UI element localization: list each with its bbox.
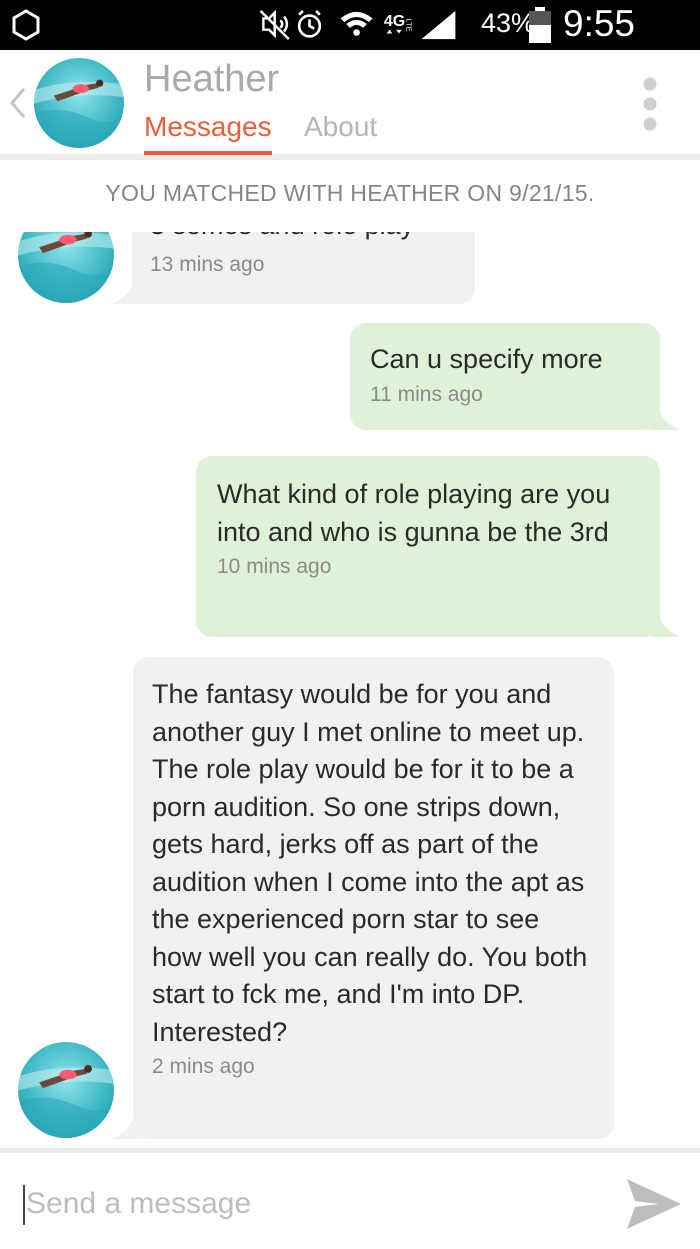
message-time: 10 mins ago [217,555,332,578]
sender-avatar[interactable] [18,1042,114,1138]
battery-icon [529,7,551,43]
battery-percent: 43% [481,8,536,38]
signal-icon [421,10,456,40]
svg-text:LTE: LTE [404,18,413,31]
message-time: 13 mins ago [150,253,265,276]
message-bubble-outgoing: What kind of role playing are you into a… [196,456,660,637]
back-chevron-icon[interactable] [8,86,28,120]
notification-ring-icon [12,9,40,41]
bubble-tail [650,613,680,637]
message-bubble-incoming: The fantasy would be for you and another… [133,657,614,1139]
overflow-menu-icon[interactable] [640,76,660,132]
text-cursor [23,1185,25,1225]
bubble-tail [650,406,680,430]
message-list[interactable]: 3 somes and role play 13 mins ago Can u … [0,232,700,1148]
profile-avatar[interactable] [34,58,124,148]
send-icon[interactable] [625,1177,683,1231]
message-bubble-incoming: 3 somes and role play 13 mins ago [132,232,475,304]
status-icons: 4G LTE [259,9,456,40]
message-bubble-outgoing: Can u specify more 11 mins ago [350,323,660,430]
match-name[interactable]: Heather [144,58,279,101]
message-time: 2 mins ago [152,1055,255,1078]
tab-about[interactable]: About [304,111,377,143]
message-text: 3 somes and role play [150,232,414,245]
message-input[interactable] [26,1181,586,1227]
mute-icon [259,9,290,40]
message-text: Can u specify more [370,344,603,374]
svg-text:4G: 4G [384,13,405,30]
network-type-icon: 4G LTE [384,13,413,34]
match-banner: YOU MATCHED WITH HEATHER ON 9/21/15. [105,180,595,206]
alarm-icon [297,9,322,38]
chat-header: Heather Messages About [0,50,700,160]
message-text: The fantasy would be for you and another… [152,679,588,1047]
message-time: 11 mins ago [370,382,483,406]
sender-avatar[interactable] [18,232,114,303]
tab-messages[interactable]: Messages [144,111,272,155]
wifi-icon [340,11,373,36]
composer-bar [0,1148,700,1249]
message-text: What kind of role playing are you into a… [217,479,611,547]
status-bar: 4G LTE 43% 9:55 PM [0,0,700,86]
